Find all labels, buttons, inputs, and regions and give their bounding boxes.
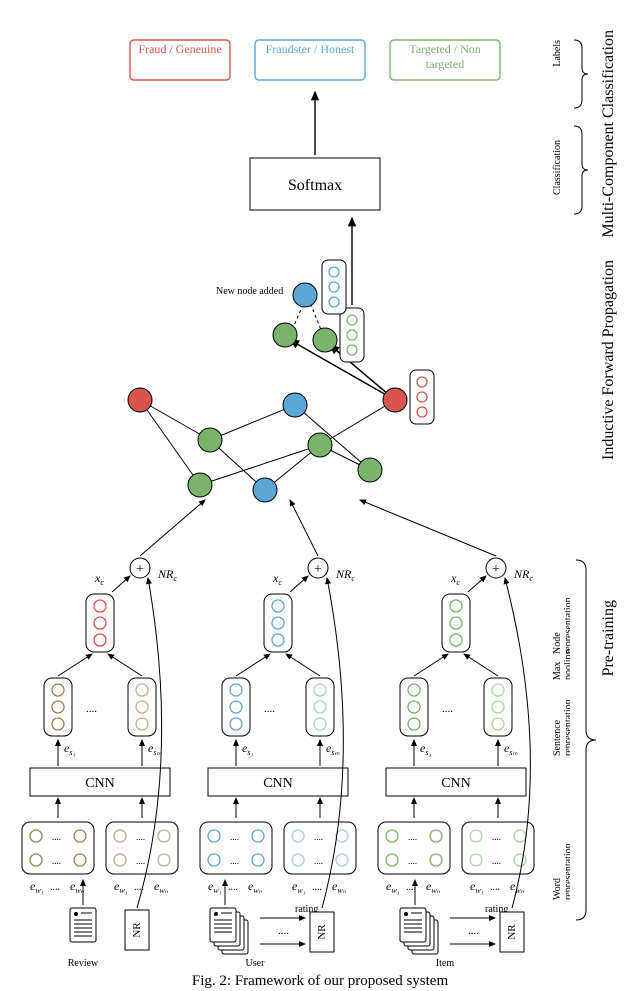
svg-text:+: + — [492, 562, 500, 577]
wordrep-review: .... .... ew₁ .... ewₙ .... .... ew₁ ...… — [22, 822, 178, 895]
user-docs-icon — [210, 908, 248, 954]
graph: New node added — [128, 260, 434, 502]
cnn-user: CNN — [208, 768, 348, 796]
svg-text:NR: NR — [316, 924, 328, 940]
svg-text:xc: xc — [94, 571, 104, 587]
svg-text:....: .... — [408, 832, 417, 842]
svg-text:....: .... — [136, 832, 145, 842]
label-fraudster: Fraudster / Honest — [255, 40, 365, 80]
sentence-rep-label: Sentence representation — [552, 676, 570, 756]
svg-text:....: .... — [312, 882, 322, 893]
svg-text:ew₁: ew₁ — [114, 879, 128, 895]
cnn-item: CNN — [386, 768, 526, 796]
svg-text:ewₙ: ewₙ — [426, 879, 441, 895]
sentvec-user: .... — [222, 678, 334, 736]
inductive-label: Inductive Forward Propagation — [600, 260, 618, 460]
multi-label: Multi-Component Classification — [600, 30, 618, 238]
svg-text:....: .... — [406, 882, 416, 893]
svg-text:....: .... — [490, 882, 500, 893]
sentvec-item: .... — [400, 678, 512, 736]
svg-text:xc: xc — [272, 571, 282, 587]
svg-text:ewₙ: ewₙ — [154, 879, 169, 895]
svg-text:....: .... — [52, 832, 61, 842]
svg-text:....: .... — [468, 925, 479, 937]
architecture-diagram: Review NR User rating .... NR Item ratin… — [0, 0, 640, 991]
noderep-user — [264, 594, 292, 652]
svg-text:NR: NR — [506, 924, 518, 940]
svg-text:....: .... — [228, 882, 238, 893]
svg-text:es₁: es₁ — [420, 741, 431, 757]
svg-text:ew₁: ew₁ — [292, 879, 306, 895]
svg-text:....: .... — [230, 856, 239, 866]
nr-box-user: NR — [310, 912, 334, 952]
svg-text:esₘ: esₘ — [326, 741, 339, 757]
svg-text:ew₁: ew₁ — [386, 879, 400, 895]
review-doc-icon — [70, 908, 96, 942]
svg-text:+: + — [136, 562, 144, 577]
svg-text:....: .... — [50, 882, 60, 893]
ewn: ewₙ — [70, 879, 85, 895]
nr-box-item: NR — [500, 912, 524, 952]
nr-box-review: NR — [125, 910, 149, 950]
svg-text:esₘ: esₘ — [504, 741, 517, 757]
svg-text:es₁: es₁ — [242, 741, 253, 757]
svg-text:....: .... — [86, 703, 97, 715]
label-targeted: Targeted / Non targeted — [390, 40, 500, 80]
noderep-label: Node representation — [552, 584, 570, 654]
svg-text:CNN: CNN — [85, 776, 115, 791]
svg-text:....: .... — [278, 925, 289, 937]
svg-text:ewₙ: ewₙ — [248, 879, 263, 895]
svg-text:....: .... — [442, 703, 453, 715]
svg-text:....: .... — [408, 856, 417, 866]
plus-user: + — [308, 558, 328, 578]
figure-caption: Fig. 2: Framework of our proposed system — [192, 973, 449, 989]
svg-text:....: .... — [136, 856, 145, 866]
item-label: Item — [436, 958, 455, 969]
user-label: User — [246, 958, 266, 969]
svg-text:+: + — [314, 562, 322, 577]
label-fraud: Fraud / Geneuine — [130, 40, 230, 80]
svg-text:....: .... — [52, 856, 61, 866]
wordrep-item: .... .... ew₁ .... ewₙ .... .... ew₁ ...… — [378, 822, 534, 895]
svg-text:NR: NR — [131, 922, 143, 938]
svg-text:....: .... — [230, 832, 239, 842]
svg-text:CNN: CNN — [263, 776, 293, 791]
review-label: Review — [68, 958, 99, 969]
svg-text:xc: xc — [450, 571, 460, 587]
softmax-box: Softmax — [250, 158, 380, 210]
plus-review: + — [130, 558, 150, 578]
noderep-review — [86, 594, 114, 652]
svg-text:ew₁: ew₁ — [470, 879, 484, 895]
svg-text:esₘ: esₘ — [148, 741, 161, 757]
svg-text:CNN: CNN — [441, 776, 471, 791]
svg-text:....: .... — [264, 703, 275, 715]
svg-text:....: .... — [314, 832, 323, 842]
item-docs-icon — [400, 908, 438, 954]
svg-text:....: .... — [314, 856, 323, 866]
ew1: ew₁ — [30, 879, 44, 895]
svg-text:NRc: NRc — [335, 567, 355, 583]
wordrep-user: .... .... ew₁ .... ewₙ .... .... ew₁ ...… — [200, 822, 356, 895]
plus-item: + — [486, 558, 506, 578]
svg-text:ew₁: ew₁ — [208, 879, 222, 895]
noderep-item — [442, 594, 470, 652]
svg-text:....: .... — [492, 832, 501, 842]
new-node-label: New node added — [216, 286, 283, 297]
svg-text:ewₙ: ewₙ — [332, 879, 347, 895]
svg-text:....: .... — [492, 856, 501, 866]
word-rep-label: Word representation — [552, 820, 570, 900]
svg-text:NRc: NRc — [157, 567, 177, 583]
svg-text:Softmax: Softmax — [288, 177, 342, 194]
svg-text:NRc: NRc — [513, 567, 533, 583]
classification-label: Classification — [552, 140, 563, 195]
svg-text:es₁: es₁ — [64, 741, 75, 757]
labels-label: Labels — [552, 40, 563, 67]
pretraining-label: Pre-training — [600, 600, 618, 676]
sentvec-review: .... — [44, 678, 156, 736]
cnn-review: CNN — [30, 768, 170, 796]
